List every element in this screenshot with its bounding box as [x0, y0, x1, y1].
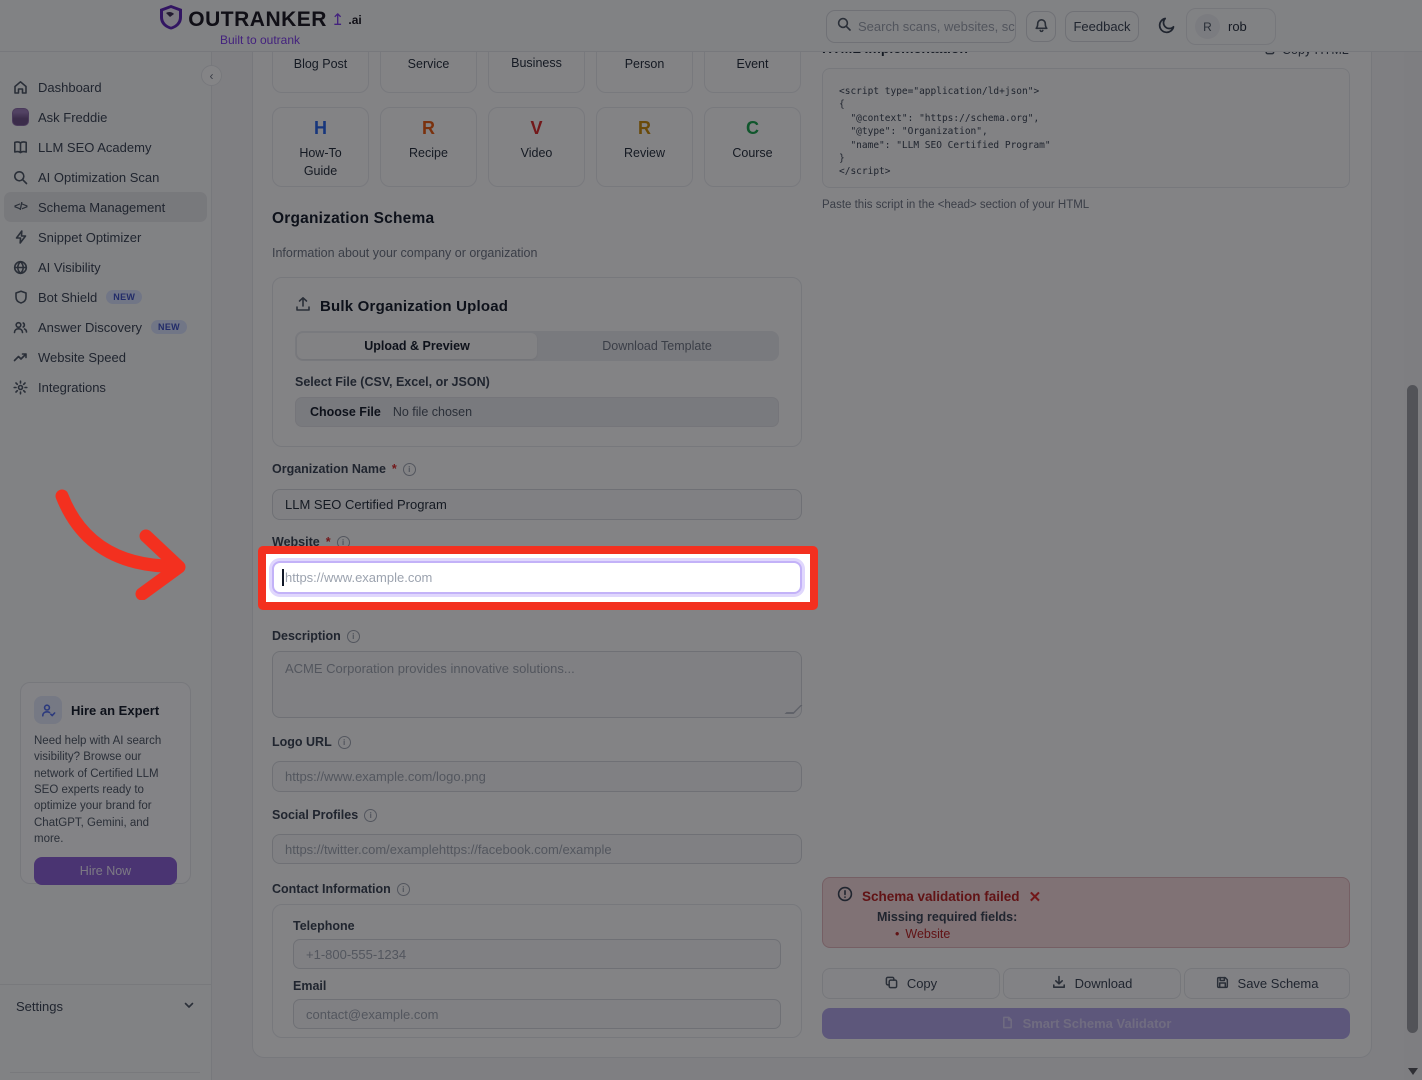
website-input[interactable]	[272, 561, 802, 594]
annotation-arrow	[46, 482, 196, 605]
text-caret	[282, 569, 284, 586]
dim-overlay	[0, 0, 1422, 1080]
website-field-highlight	[272, 561, 802, 594]
